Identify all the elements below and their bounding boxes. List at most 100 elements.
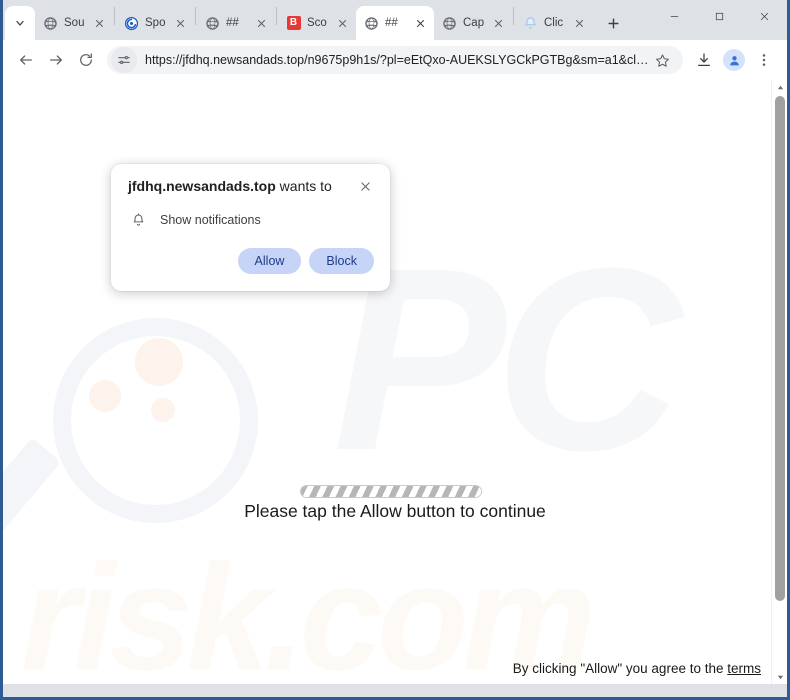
profile-button[interactable] — [719, 45, 749, 75]
tab-close-button[interactable] — [412, 15, 428, 31]
tab-title: Cap — [463, 17, 485, 29]
vertical-scrollbar[interactable] — [771, 80, 787, 684]
maximize-button[interactable] — [697, 0, 742, 32]
tab-title: Sou — [64, 17, 85, 29]
tab-1[interactable]: Spo — [116, 6, 194, 40]
red-b-icon: B — [286, 16, 301, 31]
terms-footer: By clicking "Allow" you agree to the ter… — [513, 661, 761, 676]
tab-title: Sco — [307, 17, 327, 29]
blue-globe-icon — [124, 16, 139, 31]
browser-window: Sou Spo ## B Sco ## Cap Clic https://jfd… — [0, 0, 790, 700]
terms-link[interactable]: terms — [727, 661, 761, 676]
tabs-row: Sou Spo ## B Sco ## Cap Clic — [35, 0, 627, 40]
minimize-button[interactable] — [652, 0, 697, 32]
forward-button[interactable] — [41, 45, 71, 75]
download-icon — [698, 53, 710, 66]
tab-search-button[interactable] — [5, 6, 35, 40]
favicon-letter: B — [286, 16, 301, 30]
tab-title: ## — [226, 17, 239, 29]
tab-close-button[interactable] — [172, 15, 188, 31]
dialog-actions: Allow Block — [128, 248, 374, 274]
scrollbar-thumb[interactable] — [775, 96, 785, 601]
watermark-risk-text: risk.com — [21, 533, 596, 684]
page-viewport: PC risk.com Please tap the Allow button … — [3, 80, 787, 684]
tab-title: ## — [385, 17, 398, 29]
address-bar[interactable]: https://jfdhq.newsandads.top/n9675p9h1s/… — [107, 46, 683, 74]
chevron-down-icon — [16, 20, 24, 26]
close-icon — [95, 19, 103, 27]
tab-0[interactable]: Sou — [35, 6, 113, 40]
tab-3[interactable]: B Sco — [278, 6, 356, 40]
tab-strip: Sou Spo ## B Sco ## Cap Clic — [3, 0, 787, 40]
scrollbar-up-button[interactable] — [772, 80, 787, 94]
chrome-menu-button[interactable] — [749, 45, 779, 75]
tab-4-active[interactable]: ## — [356, 6, 434, 40]
back-button[interactable] — [11, 45, 41, 75]
terms-footer-text: By clicking "Allow" you agree to the — [512, 661, 728, 676]
watermark-blob-3 — [151, 398, 175, 422]
new-tab-button[interactable] — [599, 9, 627, 37]
tab-6[interactable]: Clic — [515, 6, 593, 40]
tab-close-button[interactable] — [91, 15, 107, 31]
forward-arrow-icon — [50, 55, 62, 65]
minimize-icon — [670, 15, 679, 17]
back-arrow-icon — [20, 55, 32, 65]
tab-close-button[interactable] — [253, 15, 269, 31]
progress-bar-fill — [301, 486, 481, 497]
close-icon — [360, 181, 370, 191]
star-icon — [655, 53, 669, 67]
permission-row: Show notifications — [128, 210, 374, 230]
close-window-button[interactable] — [742, 0, 787, 32]
tune-sliders-icon — [118, 55, 130, 65]
url-text[interactable]: https://jfdhq.newsandads.top/n9675p9h1s/… — [145, 53, 651, 67]
avatar — [723, 49, 745, 71]
bell-icon — [523, 16, 538, 31]
globe-icon — [442, 16, 457, 31]
globe-icon — [364, 16, 379, 31]
tab-separator — [513, 7, 514, 25]
allow-button[interactable]: Allow — [237, 248, 302, 274]
close-icon — [338, 19, 346, 27]
downloads-button[interactable] — [689, 45, 719, 75]
tab-close-button[interactable] — [571, 15, 587, 31]
reload-button[interactable] — [71, 45, 101, 75]
tab-title: Clic — [544, 17, 564, 29]
loading-progress-bar — [300, 485, 482, 498]
tab-separator — [276, 7, 277, 25]
tab-close-button[interactable] — [490, 15, 506, 31]
scroll-up-arrow-icon — [777, 85, 783, 89]
globe-icon — [205, 16, 220, 31]
notification-permission-dialog: jfdhq.newsandads.top wants to Show notif… — [111, 164, 390, 291]
scrollbar-down-button[interactable] — [772, 670, 787, 684]
bell-glyph — [133, 212, 143, 226]
close-icon — [257, 19, 265, 27]
three-dot-menu-icon — [762, 54, 766, 66]
dialog-header: jfdhq.newsandads.top wants to — [128, 178, 374, 195]
browser-toolbar: https://jfdhq.newsandads.top/n9675p9h1s/… — [3, 40, 787, 80]
close-icon — [575, 19, 583, 27]
close-icon — [416, 19, 424, 27]
block-button[interactable]: Block — [309, 248, 374, 274]
watermark-blob-1 — [135, 338, 183, 386]
dialog-origin: jfdhq.newsandads.top — [128, 178, 276, 194]
permission-label: Show notifications — [160, 213, 261, 227]
site-settings-button[interactable] — [111, 47, 137, 73]
maximize-icon — [715, 12, 724, 20]
scroll-down-arrow-icon — [777, 675, 783, 679]
dialog-title: jfdhq.newsandads.top wants to — [128, 178, 356, 195]
page-message: Please tap the Allow button to continue — [244, 501, 546, 521]
close-icon — [494, 19, 502, 27]
close-icon — [176, 19, 184, 27]
watermark-blob-2 — [89, 380, 121, 412]
bookmark-button[interactable] — [651, 53, 673, 68]
person-avatar-icon — [729, 55, 739, 65]
tab-5[interactable]: Cap — [434, 6, 512, 40]
bell-icon — [128, 210, 148, 230]
tab-2[interactable]: ## — [197, 6, 275, 40]
window-controls — [652, 0, 787, 40]
reload-icon — [80, 53, 92, 66]
dialog-close-button[interactable] — [356, 177, 374, 195]
tab-close-button[interactable] — [334, 15, 350, 31]
tab-separator — [114, 7, 115, 25]
plus-icon — [607, 17, 619, 29]
